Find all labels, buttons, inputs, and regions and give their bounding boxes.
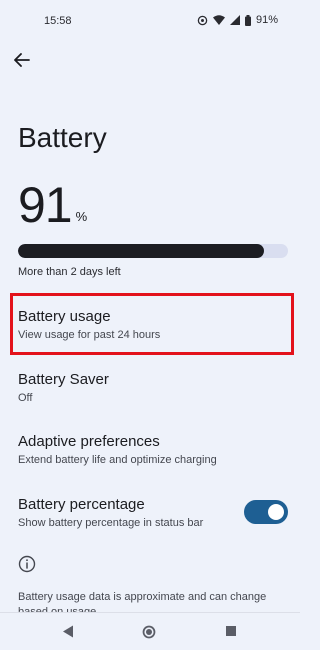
battery-saver-title: Battery Saver — [18, 371, 109, 388]
status-time: 15:58 — [44, 15, 72, 27]
adaptive-preferences-item[interactable]: Adaptive preferences Extend battery life… — [18, 433, 288, 466]
status-bar: 15:58 91% — [0, 0, 300, 44]
battery-icon — [244, 14, 251, 26]
battery-level: 91 % — [18, 180, 87, 230]
nav-recents-icon[interactable] — [225, 625, 237, 637]
wifi-icon — [212, 15, 225, 25]
adaptive-preferences-title: Adaptive preferences — [18, 433, 160, 450]
battery-time-left: More than 2 days left — [18, 266, 121, 278]
info-icon — [18, 555, 36, 573]
battery-percent-text: 91% — [255, 14, 278, 26]
battery-percentage-title: Battery percentage — [18, 496, 145, 513]
battery-saver-subtitle: Off — [18, 392, 33, 404]
page-title: Battery — [18, 122, 107, 153]
back-button[interactable] — [8, 46, 36, 74]
battery-level-bar — [18, 244, 288, 258]
battery-level-unit: % — [75, 209, 88, 224]
toggle-knob — [268, 504, 284, 520]
status-icons: 91% — [197, 14, 278, 26]
battery-percentage-item[interactable]: Battery percentage Show battery percenta… — [18, 496, 233, 529]
battery-level-fill — [18, 244, 264, 258]
highlight-box — [10, 293, 294, 355]
battery-level-number: 91 — [18, 177, 73, 233]
battery-percentage-toggle[interactable] — [244, 500, 288, 524]
data-saver-icon — [197, 15, 208, 25]
signal-icon — [229, 15, 240, 25]
navigation-bar — [0, 612, 300, 650]
battery-percentage-subtitle: Show battery percentage in status bar — [18, 517, 204, 529]
battery-saver-item[interactable]: Battery Saver Off — [18, 371, 288, 404]
arrow-back-icon — [14, 53, 30, 67]
nav-home-icon[interactable] — [142, 625, 156, 639]
adaptive-preferences-subtitle: Extend battery life and optimize chargin… — [18, 454, 217, 466]
nav-back-icon[interactable] — [62, 625, 74, 638]
